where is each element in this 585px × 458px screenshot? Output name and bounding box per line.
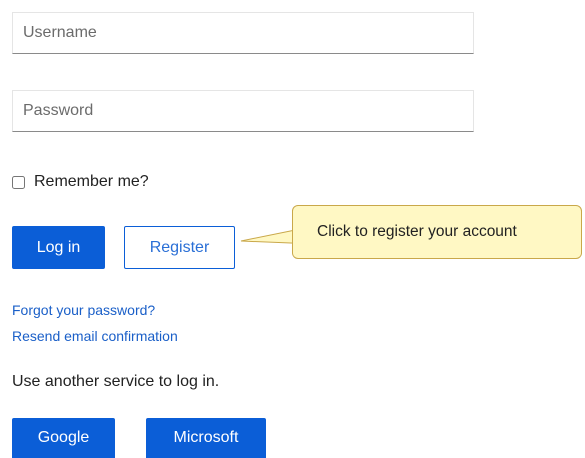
password-input[interactable] <box>12 90 474 132</box>
resend-confirmation-link[interactable]: Resend email confirmation <box>12 328 178 344</box>
register-button[interactable]: Register <box>124 226 235 269</box>
register-callout: Click to register your account <box>292 205 582 259</box>
login-button[interactable]: Log in <box>12 226 105 269</box>
callout-text: Click to register your account <box>317 223 517 240</box>
remember-me-label: Remember me? <box>34 173 149 190</box>
username-input[interactable] <box>12 12 474 54</box>
external-login-heading: Use another service to log in. <box>12 373 220 390</box>
microsoft-login-button[interactable]: Microsoft <box>146 418 266 458</box>
google-login-button[interactable]: Google <box>12 418 115 458</box>
remember-me-row[interactable]: Remember me? <box>12 172 149 192</box>
forgot-password-link[interactable]: Forgot your password? <box>12 302 155 318</box>
remember-me-checkbox[interactable] <box>12 175 25 189</box>
